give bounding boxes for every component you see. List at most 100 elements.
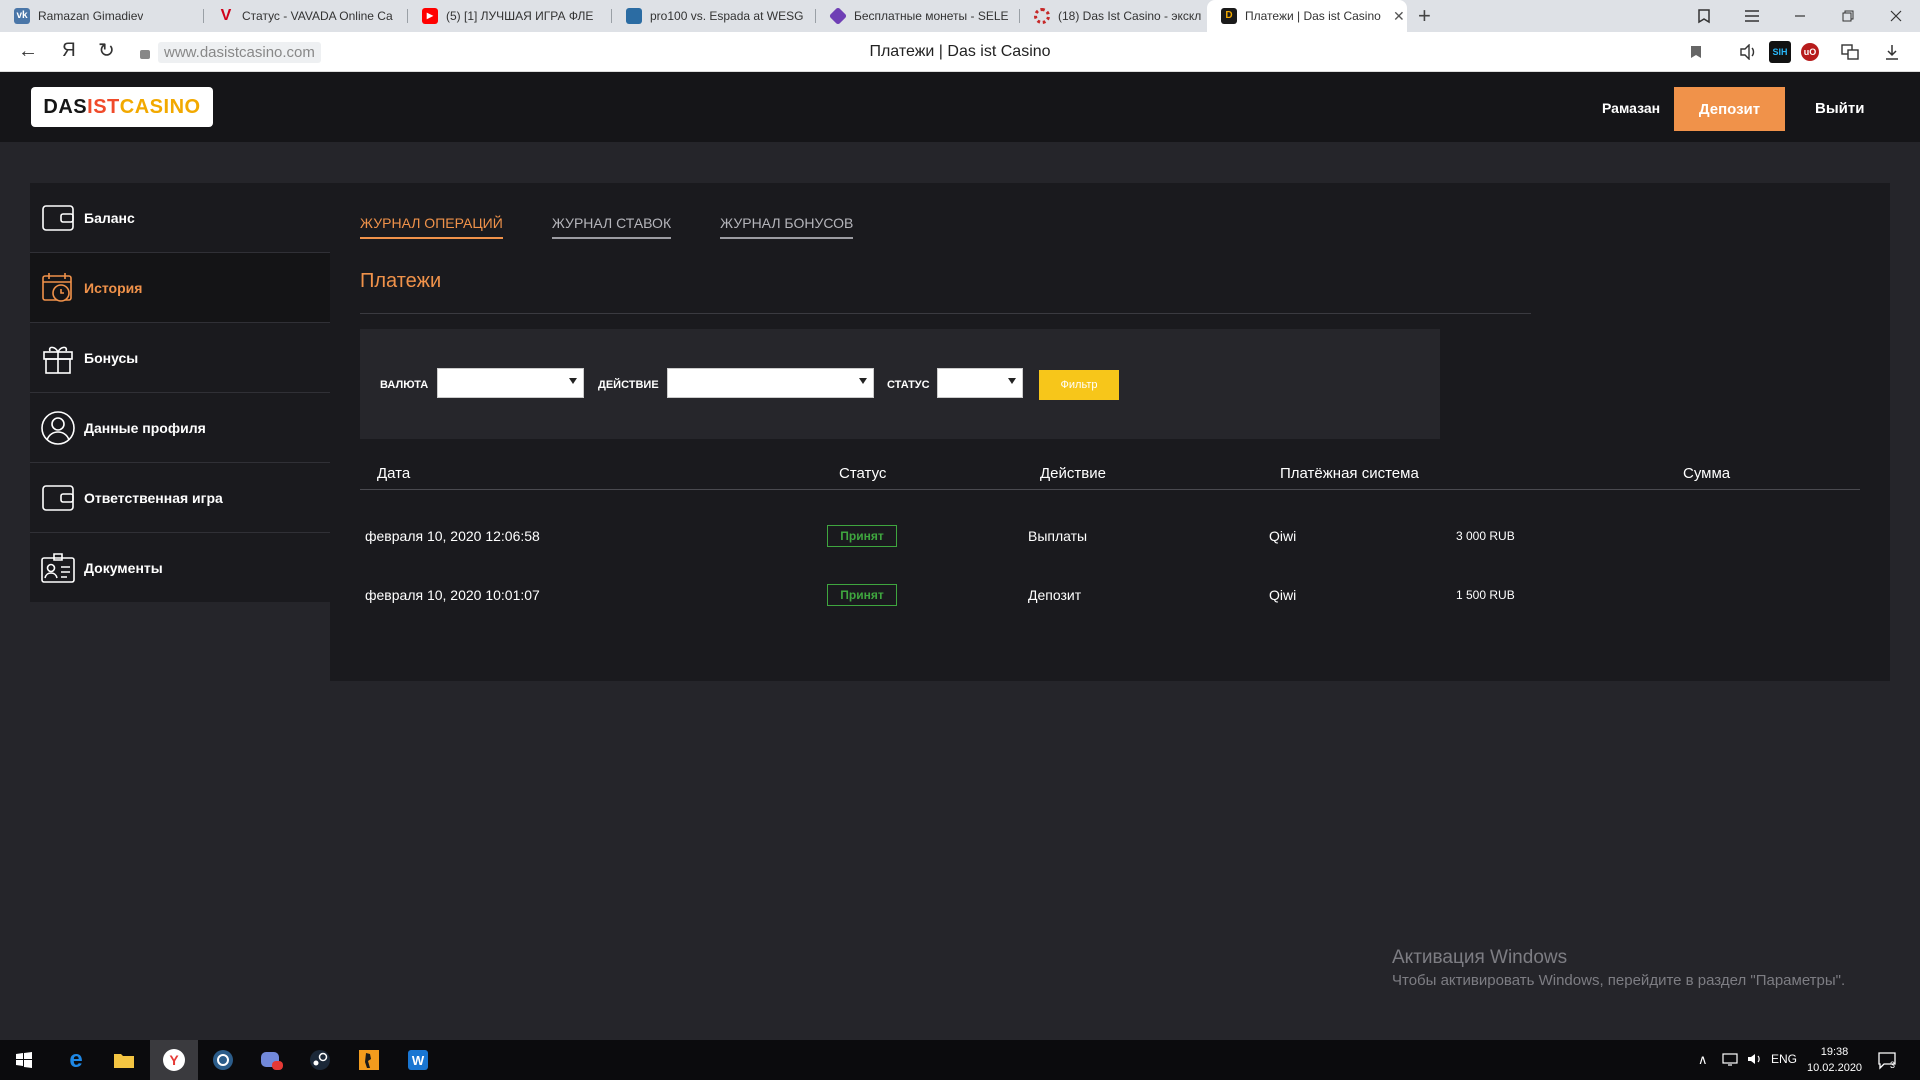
minimize-icon[interactable] xyxy=(1776,0,1824,32)
ublock-icon[interactable]: uO xyxy=(1801,43,1819,61)
browser-tab-selector[interactable]: Бесплатные монеты - SELE xyxy=(816,0,1019,32)
svg-text:Y: Y xyxy=(169,1052,179,1068)
header-username[interactable]: Рамазан xyxy=(1602,100,1660,116)
deposit-button[interactable]: Депозит xyxy=(1674,87,1785,131)
logo-part-das: DAS xyxy=(43,95,88,118)
sidebar-item-profile[interactable]: Данные профиля xyxy=(30,393,330,463)
row-amount: 3 000 RUB xyxy=(1456,529,1515,543)
browser-tab-vavada[interactable]: V Статус - VAVADA Online Ca xyxy=(204,0,407,32)
restore-icon[interactable] xyxy=(1824,0,1872,32)
headset-app-icon[interactable] xyxy=(199,1040,247,1080)
discord-icon[interactable] xyxy=(247,1040,295,1080)
column-header-action: Действие xyxy=(1040,465,1106,482)
menu-icon[interactable] xyxy=(1728,0,1776,32)
browser-tab-vk[interactable]: vk Ramazan Gimadiev xyxy=(0,0,203,32)
extension-sih-icon[interactable]: SIH xyxy=(1769,41,1791,63)
tab-operations-journal[interactable]: ЖУРНАЛ ОПЕРАЦИЙ xyxy=(360,215,503,239)
sidebar-item-history[interactable]: История xyxy=(30,253,330,323)
tab-bets-journal[interactable]: ЖУРНАЛ СТАВОК xyxy=(551,215,672,239)
bookmarks-icon[interactable] xyxy=(1680,0,1728,32)
close-tab-icon[interactable]: ✕ xyxy=(1393,8,1405,25)
speaker-icon[interactable] xyxy=(1737,41,1759,63)
windows-activation-text: Чтобы активировать Windows, перейдите в … xyxy=(1392,972,1846,989)
site-header: DAS IST CASINO Рамазан Депозит Выйти xyxy=(0,72,1920,142)
tray-chevron-icon[interactable]: ∧ xyxy=(1698,1052,1708,1068)
row-date: февраля 10, 2020 10:01:07 xyxy=(365,587,540,603)
divider xyxy=(360,313,1531,314)
clock-time: 19:38 xyxy=(1820,1046,1849,1058)
selector-icon xyxy=(828,6,848,26)
table-header: Дата Статус Действие Платёжная система С… xyxy=(360,445,1860,490)
row-payment-system: Qiwi xyxy=(1269,528,1297,544)
gift-icon xyxy=(40,340,76,376)
filter-button[interactable]: Фильтр xyxy=(1039,370,1119,400)
sidebar-item-responsible-gaming[interactable]: Ответственная игра xyxy=(30,463,330,533)
sidebar-item-balance[interactable]: Баланс xyxy=(30,183,330,253)
currency-select[interactable] xyxy=(437,368,584,398)
steam-icon[interactable] xyxy=(296,1040,344,1080)
clock-date: 10.02.2020 xyxy=(1807,1062,1863,1074)
logout-button[interactable]: Выйти xyxy=(1815,100,1864,117)
chevron-down-icon xyxy=(569,378,577,384)
download-icon[interactable] xyxy=(1881,41,1903,63)
row-payment-system: Qiwi xyxy=(1269,587,1297,603)
edge-icon[interactable]: e xyxy=(52,1040,100,1080)
browser-tab-dasist-active[interactable]: D Платежи | Das ist Casino ✕ xyxy=(1207,0,1407,32)
sidebar-item-label: История xyxy=(84,279,143,296)
youtube-icon: ▶ xyxy=(422,8,438,24)
taskbar: e Y W ∧ ENG 19:38 10.02.2020 3 xyxy=(0,1040,1920,1080)
vk-icon: vk xyxy=(14,8,30,24)
sidebar-item-documents[interactable]: Документы xyxy=(30,533,330,602)
csgo-icon[interactable] xyxy=(345,1040,393,1080)
windows-start-icon[interactable] xyxy=(0,1040,48,1080)
sidebar-item-bonuses[interactable]: Бонусы xyxy=(30,323,330,393)
close-window-icon[interactable] xyxy=(1872,0,1920,32)
site-logo[interactable]: DAS IST CASINO xyxy=(31,87,213,127)
hltv-icon xyxy=(626,8,642,24)
column-header-payment-system: Платёжная система xyxy=(1280,465,1419,482)
section-title: Платежи xyxy=(360,270,442,292)
translate-icon[interactable] xyxy=(1839,41,1861,63)
bookmark-icon[interactable] xyxy=(1685,41,1707,63)
column-header-amount: Сумма xyxy=(1683,465,1731,482)
status-select[interactable] xyxy=(937,368,1023,398)
browser-tab-youtube[interactable]: ▶ (5) [1] ЛУЧШАЯ ИГРА ФЛЕ xyxy=(408,0,611,32)
journal-tabs: ЖУРНАЛ ОПЕРАЦИЙ ЖУРНАЛ СТАВОК ЖУРНАЛ БОН… xyxy=(360,215,902,239)
filter-panel: ВАЛЮТА ДЕЙСТВИЕ СТАТУС Фильтр xyxy=(360,329,1440,439)
sidebar-item-label: Документы xyxy=(84,559,163,576)
table-row: февраля 10, 2020 10:01:07 Принят Депозит… xyxy=(360,584,1860,643)
action-select[interactable] xyxy=(667,368,874,398)
address-bar: ← Я ↻ www.dasistcasino.com Платежи | Das… xyxy=(0,32,1920,72)
wargaming-icon[interactable]: W xyxy=(394,1040,442,1080)
browser-tab-dasist-vk[interactable]: (18) Das Ist Casino - экскл xyxy=(1020,0,1206,32)
currency-label: ВАЛЮТА xyxy=(380,379,429,391)
clock[interactable]: 19:38 10.02.2020 xyxy=(1807,1044,1862,1076)
yandex-browser-icon[interactable]: Y xyxy=(150,1040,198,1080)
logo-part-ist: IST xyxy=(87,95,120,118)
wallet-icon xyxy=(40,480,76,516)
notifications-icon[interactable]: 3 xyxy=(1878,1052,1898,1073)
browser-tab-hltv[interactable]: pro100 vs. Espada at WESG xyxy=(612,0,815,32)
chevron-down-icon xyxy=(1008,378,1016,384)
browser-tab-bar: vk Ramazan Gimadiev V Статус - VAVADA On… xyxy=(0,0,1920,32)
action-label: ДЕЙСТВИЕ xyxy=(598,379,659,391)
new-tab-icon[interactable]: + xyxy=(1418,4,1431,28)
spinner-icon xyxy=(1034,8,1050,24)
dasist-icon: D xyxy=(1221,8,1237,24)
tab-title: (5) [1] ЛУЧШАЯ ИГРА ФЛЕ xyxy=(446,9,594,23)
volume-icon[interactable] xyxy=(1747,1052,1763,1069)
file-explorer-icon[interactable] xyxy=(100,1040,148,1080)
sidebar-item-label: Ответственная игра xyxy=(84,489,223,506)
id-card-icon xyxy=(40,550,76,586)
tab-title: Ramazan Gimadiev xyxy=(38,9,144,23)
row-amount: 1 500 RUB xyxy=(1456,588,1515,602)
notifications-count: 3 xyxy=(1890,1060,1896,1070)
network-icon[interactable] xyxy=(1722,1052,1738,1069)
account-sidebar: Баланс История Бонусы Данные профиля Отв… xyxy=(30,183,330,602)
row-date: февраля 10, 2020 12:06:58 xyxy=(365,528,540,544)
language-indicator[interactable]: ENG xyxy=(1771,1052,1797,1066)
status-label: СТАТУС xyxy=(887,379,930,391)
column-header-date: Дата xyxy=(377,465,411,482)
tab-title: pro100 vs. Espada at WESG xyxy=(650,9,804,23)
tab-bonuses-journal[interactable]: ЖУРНАЛ БОНУСОВ xyxy=(720,215,854,239)
